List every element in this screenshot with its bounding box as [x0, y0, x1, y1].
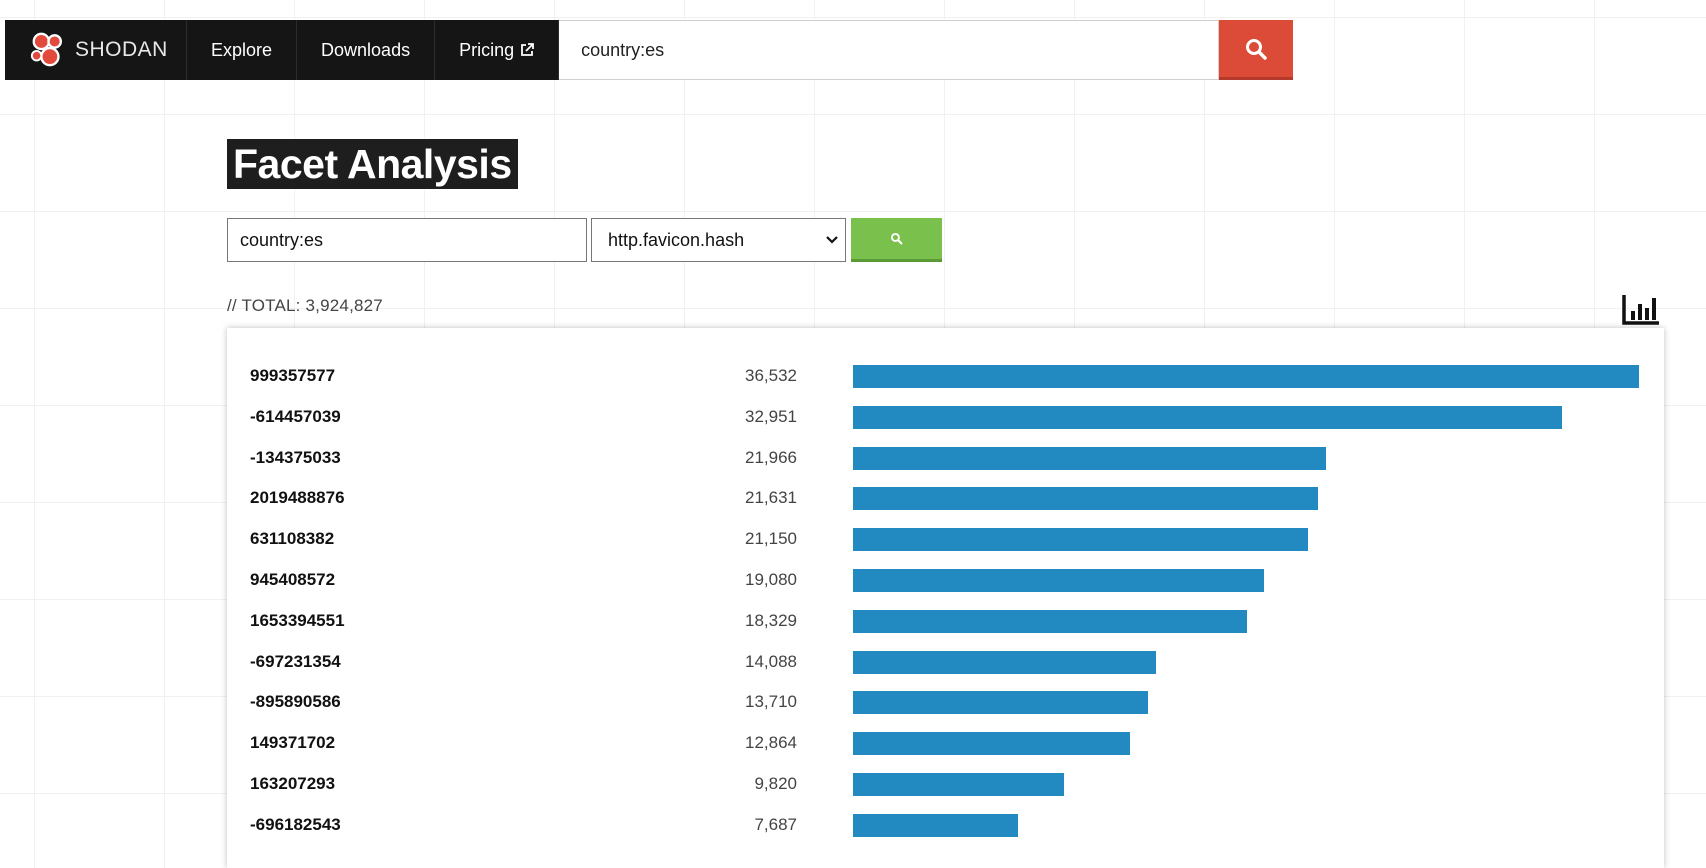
facet-results-panel: 999357577 36,532 -614457039 32,951 -13437503… [227, 328, 1664, 868]
facet-count: 32,951 [745, 406, 797, 426]
facet-bar [853, 609, 1248, 633]
search-icon [890, 232, 903, 245]
facet-bar [853, 691, 1148, 715]
facet-row: 999357577 36,532 [227, 356, 1664, 397]
facet-count: 7,687 [754, 814, 797, 834]
facet-field-select[interactable]: http.favicon.hash [591, 218, 846, 262]
facet-value-link[interactable]: 1653394551 [250, 611, 345, 631]
search-icon [1246, 38, 1267, 60]
facet-value-link[interactable]: -696182543 [250, 815, 341, 835]
facet-row: 163207293 9,820 [227, 764, 1664, 805]
facet-row: -895890586 13,710 [227, 682, 1664, 723]
facet-row: -697231354 14,088 [227, 642, 1664, 683]
facet-row: 2019488876 21,631 [227, 478, 1664, 519]
facet-row: -696182543 7,687 [227, 805, 1664, 846]
facet-bar [853, 528, 1309, 552]
facet-count: 12,864 [745, 733, 797, 753]
facet-value-link[interactable]: -895890586 [250, 692, 341, 712]
facet-row: -134375033 21,966 [227, 438, 1664, 479]
facet-count: 13,710 [745, 692, 797, 712]
total-count: // TOTAL: 3,924,827 [227, 296, 383, 315]
facet-row: 1653394551 18,329 [227, 601, 1664, 642]
facet-bar [853, 773, 1065, 796]
facet-value-link[interactable]: 163207293 [250, 774, 335, 794]
facet-bar [853, 446, 1326, 470]
top-search-box [559, 20, 1219, 80]
facet-count: 21,966 [745, 447, 797, 467]
facet-bar [853, 813, 1019, 837]
top-search-button[interactable] [1219, 20, 1293, 80]
facet-bar [853, 650, 1157, 674]
facet-value-link[interactable]: -134375033 [250, 448, 341, 468]
facet-count: 21,150 [745, 529, 797, 549]
facet-value-link[interactable]: 631108382 [250, 529, 334, 549]
brand-name: SHODAN [75, 38, 168, 61]
top-navbar: SHODAN Explore Downloads Pricing [5, 20, 1293, 80]
facet-count: 18,329 [745, 610, 797, 630]
nav-explore-label: Explore [211, 39, 273, 60]
facet-row: 149371702 12,864 [227, 723, 1664, 764]
facet-bar [853, 569, 1264, 592]
facet-count: 14,088 [745, 651, 797, 671]
facet-value-link[interactable]: 149371702 [250, 733, 335, 753]
page-title: Facet Analysis [227, 139, 518, 189]
brand-logo-link[interactable]: SHODAN [5, 20, 187, 80]
facet-bar [853, 405, 1562, 429]
top-search-input[interactable] [579, 38, 1218, 62]
bar-chart-icon[interactable] [1621, 292, 1661, 326]
shodan-logo-icon [30, 32, 63, 67]
facet-value-link[interactable]: 999357577 [250, 366, 335, 386]
nav-downloads-label: Downloads [321, 39, 411, 60]
facet-query-input[interactable] [227, 218, 587, 262]
facet-row: 631108382 21,150 [227, 519, 1664, 560]
nav-pricing-link[interactable]: Pricing [435, 20, 560, 80]
facet-bar [853, 365, 1639, 388]
nav-explore-link[interactable]: Explore [187, 20, 298, 80]
facet-field-selected: http.favicon.hash [608, 229, 745, 250]
chevron-down-icon [826, 236, 838, 244]
facet-value-link[interactable]: -614457039 [250, 407, 341, 427]
facet-row: 945408572 19,080 [227, 560, 1664, 601]
facet-value-link[interactable]: 2019488876 [250, 488, 345, 508]
facet-value-link[interactable]: 945408572 [250, 570, 335, 590]
facet-bar [853, 732, 1130, 756]
facet-count: 21,631 [745, 488, 797, 508]
external-link-icon [521, 43, 535, 56]
facet-count: 19,080 [745, 570, 797, 589]
nav-downloads-link[interactable]: Downloads [297, 20, 436, 80]
facet-row: -614457039 32,951 [227, 397, 1664, 438]
facet-bar [853, 487, 1319, 511]
facet-count: 9,820 [754, 774, 797, 793]
facet-value-link[interactable]: -697231354 [250, 652, 341, 672]
facet-search-button[interactable] [851, 218, 942, 262]
nav-pricing-label: Pricing [459, 39, 515, 60]
facet-count: 36,532 [745, 366, 797, 385]
